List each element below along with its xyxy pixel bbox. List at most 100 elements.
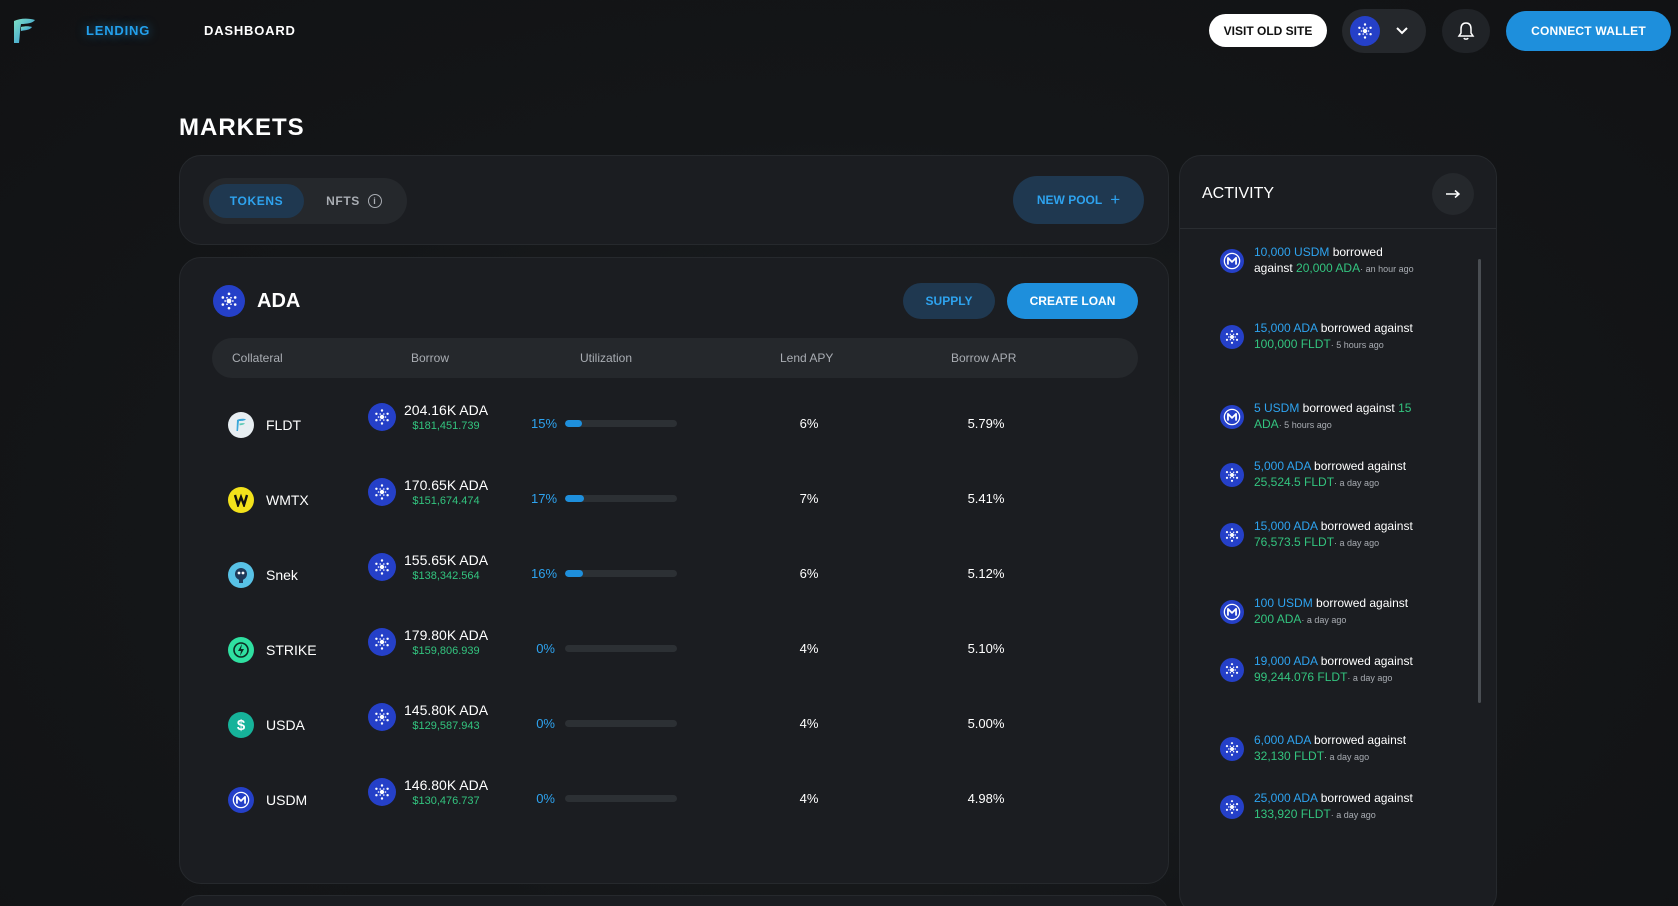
- collateral-cell: STRIKE: [228, 637, 317, 663]
- utilization-cell: 0%: [531, 716, 677, 731]
- borrow-apr: 5.79%: [967, 416, 1005, 431]
- collateral-cell: WMTX: [228, 487, 309, 513]
- activity-text: 15,000 ADA borrowed against 76,573.5 FLD…: [1254, 518, 1416, 551]
- collateral-cell: FLDT: [228, 412, 301, 438]
- activity-item[interactable]: 100 USDM borrowed against 200 ADA· a day…: [1220, 595, 1416, 628]
- header-lend-apy[interactable]: Lend APY: [780, 351, 833, 365]
- activity-item[interactable]: 6,000 ADA borrowed against 32,130 FLDT· …: [1220, 732, 1416, 765]
- activity-verb: borrowed against: [1317, 654, 1413, 668]
- activity-item[interactable]: 10,000 USDM borrowed against 20,000 ADA·…: [1220, 244, 1416, 277]
- usdm-icon: [1220, 599, 1244, 624]
- tab-tokens[interactable]: TOKENS: [209, 184, 304, 218]
- collateral-cell: $ USDA: [228, 712, 305, 738]
- activity-text: 25,000 ADA borrowed against 133,920 FLDT…: [1254, 790, 1416, 823]
- pool-name: ADA: [257, 289, 301, 312]
- notifications-bell-icon[interactable]: [1442, 9, 1490, 53]
- utilization-cell: 15%: [531, 416, 677, 431]
- borrow-amount: 179.80K ADA: [404, 627, 489, 643]
- market-row-strike[interactable]: STRIKE 179.80K ADA $159,806.939 0% 4% 5.…: [212, 609, 1138, 689]
- activity-item[interactable]: 5 USDM borrowed against 15 ADA· 5 hours …: [1220, 400, 1416, 433]
- activity-time: · a day ago: [1324, 752, 1370, 762]
- activity-amount[interactable]: 15,000 ADA: [1254, 321, 1317, 335]
- activity-time: · 5 hours ago: [1330, 340, 1384, 350]
- utilization-bar-fill: [565, 570, 583, 577]
- activity-amount[interactable]: 100 USDM: [1254, 596, 1313, 610]
- activity-collateral[interactable]: 76,573.5 FLDT: [1254, 535, 1334, 549]
- activity-item[interactable]: 25,000 ADA borrowed against 133,920 FLDT…: [1220, 790, 1416, 823]
- market-row-usda[interactable]: $ USDA 145.80K ADA $129,587.943 0% 4% 5.…: [212, 684, 1138, 764]
- activity-amount[interactable]: 5,000 ADA: [1254, 459, 1311, 473]
- utilization-bar: [565, 645, 677, 652]
- utilization-bar: [565, 795, 677, 802]
- header-borrow[interactable]: Borrow: [411, 351, 449, 365]
- activity-verb: borrowed against: [1310, 459, 1407, 473]
- cardano-icon: [1220, 657, 1244, 682]
- activity-amount[interactable]: 15,000 ADA: [1254, 519, 1317, 533]
- borrow-usd-value: $129,587.943: [412, 720, 480, 732]
- activity-collateral[interactable]: 200 ADA: [1254, 612, 1301, 626]
- supply-button[interactable]: SUPPLY: [903, 283, 995, 319]
- visit-old-site-button[interactable]: VISIT OLD SITE: [1209, 14, 1327, 47]
- utilization-cell: 16%: [531, 566, 677, 581]
- activity-collateral[interactable]: 20,000 ADA: [1296, 261, 1360, 275]
- chevron-down-icon: [1396, 24, 1408, 38]
- market-row-snek[interactable]: Snek 155.65K ADA $138,342.564 16% 6% 5.1…: [212, 534, 1138, 614]
- activity-amount[interactable]: 19,000 ADA: [1254, 654, 1317, 668]
- activity-verb: borrowed against: [1310, 733, 1407, 747]
- cardano-icon: [368, 778, 396, 806]
- activity-panel: ACTIVITY 10,000 USDM borrowed against 20…: [1179, 155, 1497, 906]
- activity-amount[interactable]: 25,000 ADA: [1254, 791, 1317, 805]
- market-row-usdm[interactable]: USDM 146.80K ADA $130,476.737 0% 4% 4.98…: [212, 759, 1138, 839]
- create-loan-button[interactable]: CREATE LOAN: [1007, 283, 1138, 319]
- network-selector[interactable]: [1342, 9, 1426, 53]
- info-icon[interactable]: i: [367, 194, 382, 208]
- header-collateral[interactable]: Collateral: [232, 351, 283, 365]
- borrow-cell: 146.80K ADA $130,476.737: [368, 777, 488, 807]
- collateral-token: USDM: [266, 792, 308, 808]
- collateral-cell: Snek: [228, 562, 298, 588]
- fldt-icon: [228, 412, 254, 438]
- activity-item[interactable]: 5,000 ADA borrowed against 25,524.5 FLDT…: [1220, 458, 1416, 491]
- utilization-percent: 0%: [536, 641, 555, 656]
- activity-amount[interactable]: 5 USDM: [1254, 401, 1299, 415]
- activity-collateral[interactable]: 25,524.5 FLDT: [1254, 475, 1334, 489]
- activity-time: · 5 hours ago: [1278, 420, 1332, 430]
- activity-item[interactable]: 19,000 ADA borrowed against 99,244.076 F…: [1220, 653, 1416, 686]
- strike-icon: [228, 637, 254, 663]
- borrow-apr: 5.12%: [967, 566, 1005, 581]
- wmtx-icon: [228, 487, 254, 513]
- lend-apy: 4%: [799, 791, 819, 806]
- nav-dashboard[interactable]: DASHBOARD: [204, 23, 296, 38]
- collateral-cell: USDM: [228, 787, 307, 813]
- arrow-right-icon[interactable]: [1432, 173, 1474, 215]
- top-nav: LENDING DASHBOARD VISIT OLD SITE CONNECT…: [0, 0, 1678, 62]
- activity-scrollbar[interactable]: [1478, 259, 1481, 703]
- activity-collateral[interactable]: 99,244.076 FLDT: [1254, 670, 1347, 684]
- borrow-cell: 204.16K ADA $181,451.739: [368, 402, 488, 432]
- activity-verb: borrowed against: [1317, 791, 1413, 805]
- usdm-icon: [228, 787, 254, 813]
- market-row-fldt[interactable]: FLDT 204.16K ADA $181,451.739 15% 6% 5.7…: [212, 384, 1138, 464]
- borrow-cell: 179.80K ADA $159,806.939: [368, 627, 488, 657]
- header-utilization[interactable]: Utilization: [580, 351, 632, 365]
- activity-item[interactable]: 15,000 ADA borrowed against 76,573.5 FLD…: [1220, 518, 1416, 551]
- cardano-icon: [1220, 462, 1244, 487]
- activity-item[interactable]: 15,000 ADA borrowed against 100,000 FLDT…: [1220, 320, 1416, 353]
- borrow-apr: 4.98%: [967, 791, 1005, 806]
- activity-collateral[interactable]: 133,920 FLDT: [1254, 807, 1331, 821]
- tab-nfts[interactable]: NFTS i: [307, 184, 401, 218]
- activity-amount[interactable]: 6,000 ADA: [1254, 733, 1311, 747]
- nav-lending[interactable]: LENDING: [86, 23, 150, 38]
- activity-amount[interactable]: 10,000 USDM: [1254, 245, 1329, 259]
- app-logo-icon[interactable]: [11, 17, 37, 45]
- borrow-cell: 170.65K ADA $151,674.474: [368, 477, 488, 507]
- connect-wallet-button[interactable]: CONNECT WALLET: [1506, 11, 1671, 51]
- market-row-wmtx[interactable]: WMTX 170.65K ADA $151,674.474 17% 7% 5.4…: [212, 459, 1138, 539]
- activity-collateral[interactable]: 32,130 FLDT: [1254, 749, 1324, 763]
- lend-apy: 4%: [799, 641, 819, 656]
- activity-collateral[interactable]: 100,000 FLDT: [1254, 337, 1331, 351]
- borrow-cell: 145.80K ADA $129,587.943: [368, 702, 488, 732]
- new-pool-button[interactable]: NEW POOL +: [1013, 176, 1144, 224]
- header-borrow-apr[interactable]: Borrow APR: [951, 351, 1016, 365]
- page-title: MARKETS: [179, 114, 305, 141]
